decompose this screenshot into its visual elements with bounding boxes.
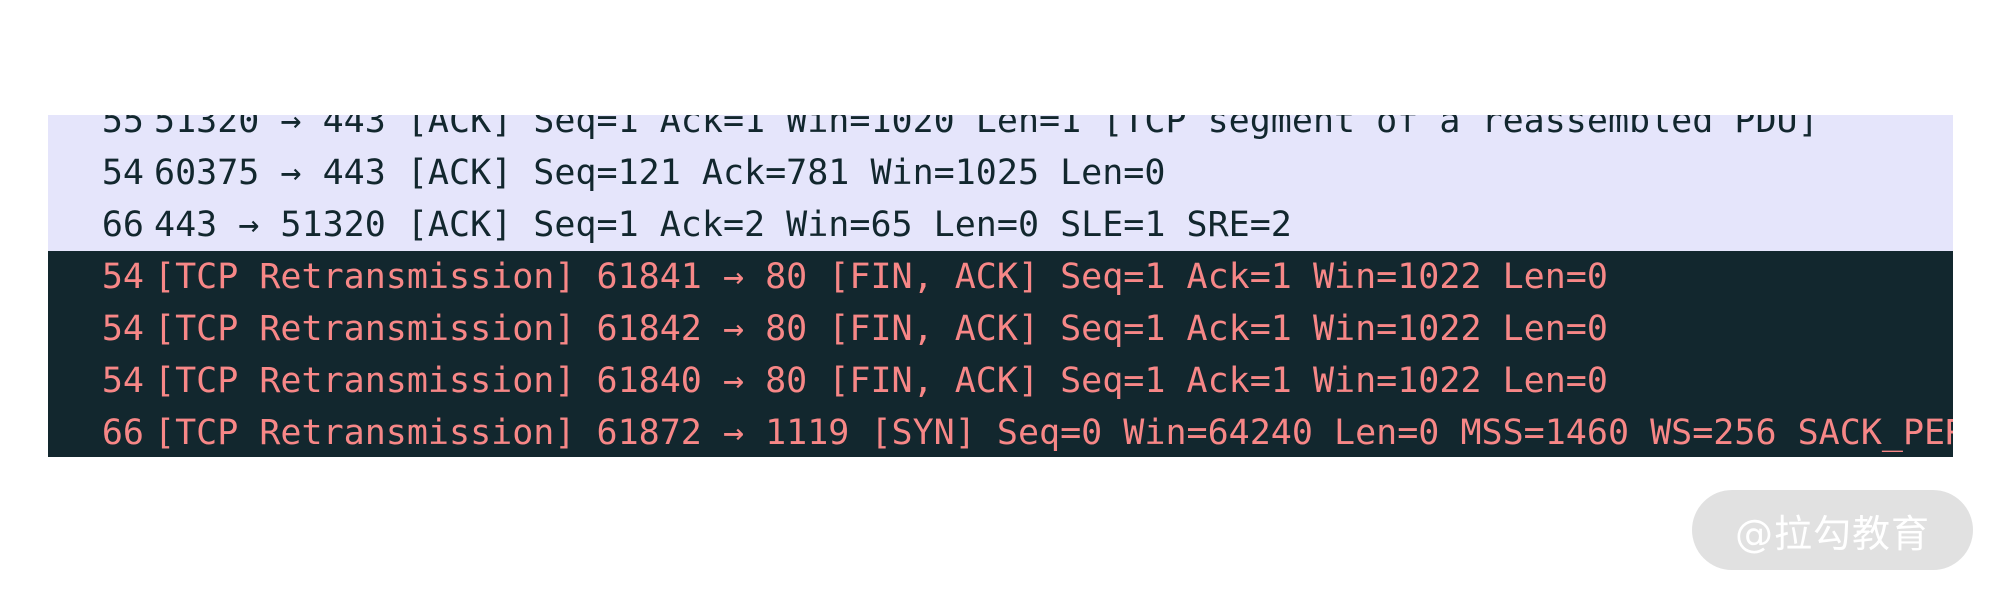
packet-info: 60375 → 443 [ACK] Seq=121 Ack=781 Win=10… <box>154 153 1166 193</box>
packet-info: [TCP Retransmission] 61872 → 1119 [SYN] … <box>154 413 1953 453</box>
packet-info: [TCP Retransmission] 61841 → 80 [FIN, AC… <box>154 257 1608 297</box>
packet-length: 66 <box>101 205 144 245</box>
packet-info: [TCP Retransmission] 61840 → 80 [FIN, AC… <box>154 361 1608 401</box>
packet-length: 54 <box>101 309 144 349</box>
packet-row[interactable]: 54 [TCP Retransmission] 61841 → 80 [FIN,… <box>48 251 1953 303</box>
packet-row[interactable]: 54 [TCP Retransmission] 61842 → 80 [FIN,… <box>48 303 1953 355</box>
watermark-badge: @拉勾教育 <box>1692 490 1973 570</box>
packet-row[interactable]: 54 60375 → 443 [ACK] Seq=121 Ack=781 Win… <box>48 147 1953 199</box>
packet-length: 66 <box>101 413 144 453</box>
packet-length: 55 <box>101 115 144 141</box>
screenshot-canvas: 55 51320 → 443 [ACK] Seq=1 Ack=1 Win=102… <box>0 0 2000 595</box>
packet-info: 51320 → 443 [ACK] Seq=1 Ack=1 Win=1020 L… <box>154 115 1819 141</box>
packet-row[interactable]: 54 [TCP Retransmission] 61840 → 80 [FIN,… <box>48 355 1953 407</box>
packet-info: [TCP Retransmission] 61842 → 80 [FIN, AC… <box>154 309 1608 349</box>
packet-row[interactable]: 55 51320 → 443 [ACK] Seq=1 Ack=1 Win=102… <box>48 115 1953 147</box>
packet-length: 54 <box>101 361 144 401</box>
packet-length: 54 <box>101 257 144 297</box>
packet-row[interactable]: 66 443 → 51320 [ACK] Seq=1 Ack=2 Win=65 … <box>48 199 1953 251</box>
packet-row[interactable]: 66 [TCP Retransmission] 61872 → 1119 [SY… <box>48 407 1953 457</box>
packet-length: 54 <box>101 153 144 193</box>
packet-list[interactable]: 55 51320 → 443 [ACK] Seq=1 Ack=1 Win=102… <box>48 115 1953 457</box>
packet-info: 443 → 51320 [ACK] Seq=1 Ack=2 Win=65 Len… <box>154 205 1292 245</box>
watermark-text: @拉勾教育 <box>1734 511 1930 556</box>
